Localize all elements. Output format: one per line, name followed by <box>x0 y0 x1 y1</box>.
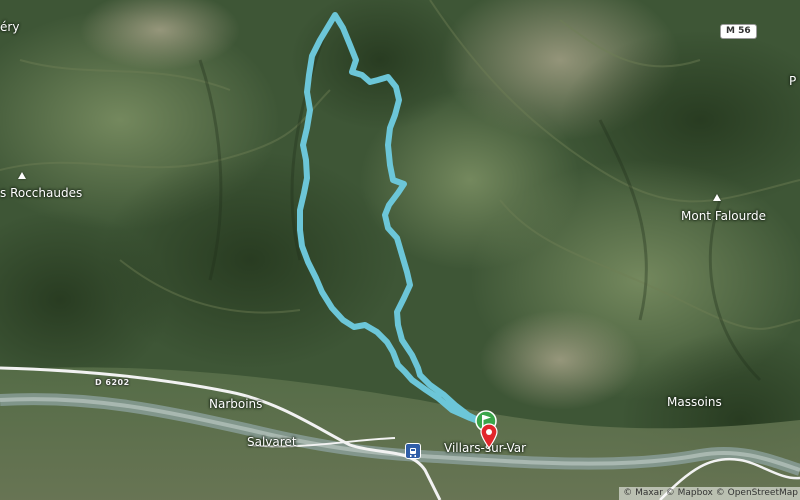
satellite-basemap <box>0 0 800 500</box>
place-label-rocchaudes: s Rocchaudes <box>0 186 83 200</box>
place-label-narboins: Narboins <box>209 397 263 411</box>
peak-icon-rocchaudes <box>18 172 26 179</box>
road-label-d6202: D 6202 <box>95 378 130 387</box>
place-label-ery: éry <box>0 20 20 34</box>
map-attribution[interactable]: © Maxar © Mapbox © OpenStreetMap <box>619 487 800 500</box>
train-station-icon <box>405 443 421 459</box>
place-label-salvaret: Salvaret <box>247 435 297 449</box>
place-label-mont-falourde: Mont Falourde <box>681 209 766 223</box>
map-view[interactable]: éry s Rocchaudes Mont Falourde Narboins … <box>0 0 800 500</box>
end-pin-marker-icon[interactable] <box>480 423 498 453</box>
place-label-edge: P <box>789 74 797 88</box>
peak-icon-mont-falourde <box>713 194 721 201</box>
road-shield-m56: M 56 <box>720 24 757 39</box>
place-label-massoins: Massoins <box>667 395 722 409</box>
